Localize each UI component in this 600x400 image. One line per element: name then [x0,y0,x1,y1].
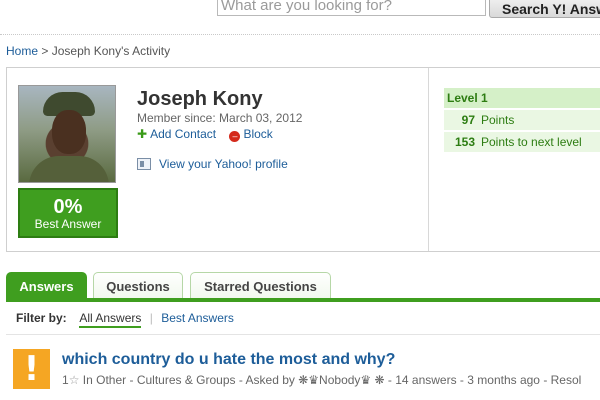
question-star-count: 1 [62,373,69,387]
filter-best-answers[interactable]: Best Answers [161,311,234,325]
search-bar: What are you looking for? Search Y! Answ [0,0,600,22]
profile-actions: ✚ Add Contact – Block [137,127,283,142]
member-since: Member since: March 03, 2012 [137,111,303,125]
question-meta: 1☆ In Other - Cultures & Groups - Asked … [62,373,600,387]
header-divider [0,34,600,35]
block-link[interactable]: – Block [229,127,273,142]
block-label: Block [243,127,273,141]
plus-icon: ✚ [137,127,148,141]
tab-questions[interactable]: Questions [93,272,183,300]
avatar[interactable] [18,85,116,183]
tab-underline [6,298,600,302]
search-input[interactable]: What are you looking for? [217,0,486,16]
add-contact-label: Add Contact [150,127,217,141]
points-label: Points [481,113,515,127]
filter-separator: | [149,311,153,325]
filter-divider [6,334,600,335]
view-profile-link[interactable]: View your Yahoo! profile [137,157,288,171]
question-asked-by[interactable]: - Asked by ❋♛Nobody♛ ❋ [239,373,385,387]
question-icon: ! [13,349,50,389]
question-category-link[interactable]: In Other - Cultures & Groups [83,373,236,387]
level-title: Level 1 [444,88,600,108]
level-box: Level 1 97 Points 153 Points to next level [444,88,600,152]
filter-label: Filter by: [16,311,67,325]
points-value: 97 [461,113,475,127]
filter-all-answers[interactable]: All Answers [79,311,142,328]
breadcrumb: Home > Joseph Kony's Activity [6,44,170,58]
next-level-label: Points to next level [481,135,582,149]
view-profile-label: View your Yahoo! profile [159,157,288,171]
filter-bar: Filter by: All Answers | Best Answers [16,311,234,328]
profile-card: 0% Best Answer Joseph Kony Member since:… [6,67,600,252]
avatar-shoulders [29,156,109,182]
breadcrumb-home-link[interactable]: Home [6,44,38,58]
user-name: Joseph Kony [137,88,263,110]
best-answer-label: Best Answer [34,217,102,231]
breadcrumb-separator: > [41,44,49,58]
add-contact-link[interactable]: ✚ Add Contact [137,127,219,141]
points-row: 97 Points [444,110,600,130]
best-answer-percentage: 0% [53,196,83,218]
block-icon: – [229,131,241,142]
next-level-row: 153 Points to next level [444,132,600,152]
next-level-value: 153 [454,135,475,149]
profile-card-icon [137,158,151,170]
question-answers-info: - 14 answers - 3 months ago - Resol [387,373,582,387]
card-divider [428,68,429,251]
activity-tabs: Answers Questions Starred Questions [6,272,600,302]
star-icon[interactable]: ☆ [69,373,80,387]
avatar-face [52,110,86,154]
breadcrumb-current: Joseph Kony's Activity [51,44,171,58]
search-button[interactable]: Search Y! Answ [489,0,600,18]
question-title-link[interactable]: which country do u hate the most and why… [62,351,395,369]
tab-starred-questions[interactable]: Starred Questions [190,272,331,300]
best-answer-badge: 0% Best Answer [18,188,118,238]
